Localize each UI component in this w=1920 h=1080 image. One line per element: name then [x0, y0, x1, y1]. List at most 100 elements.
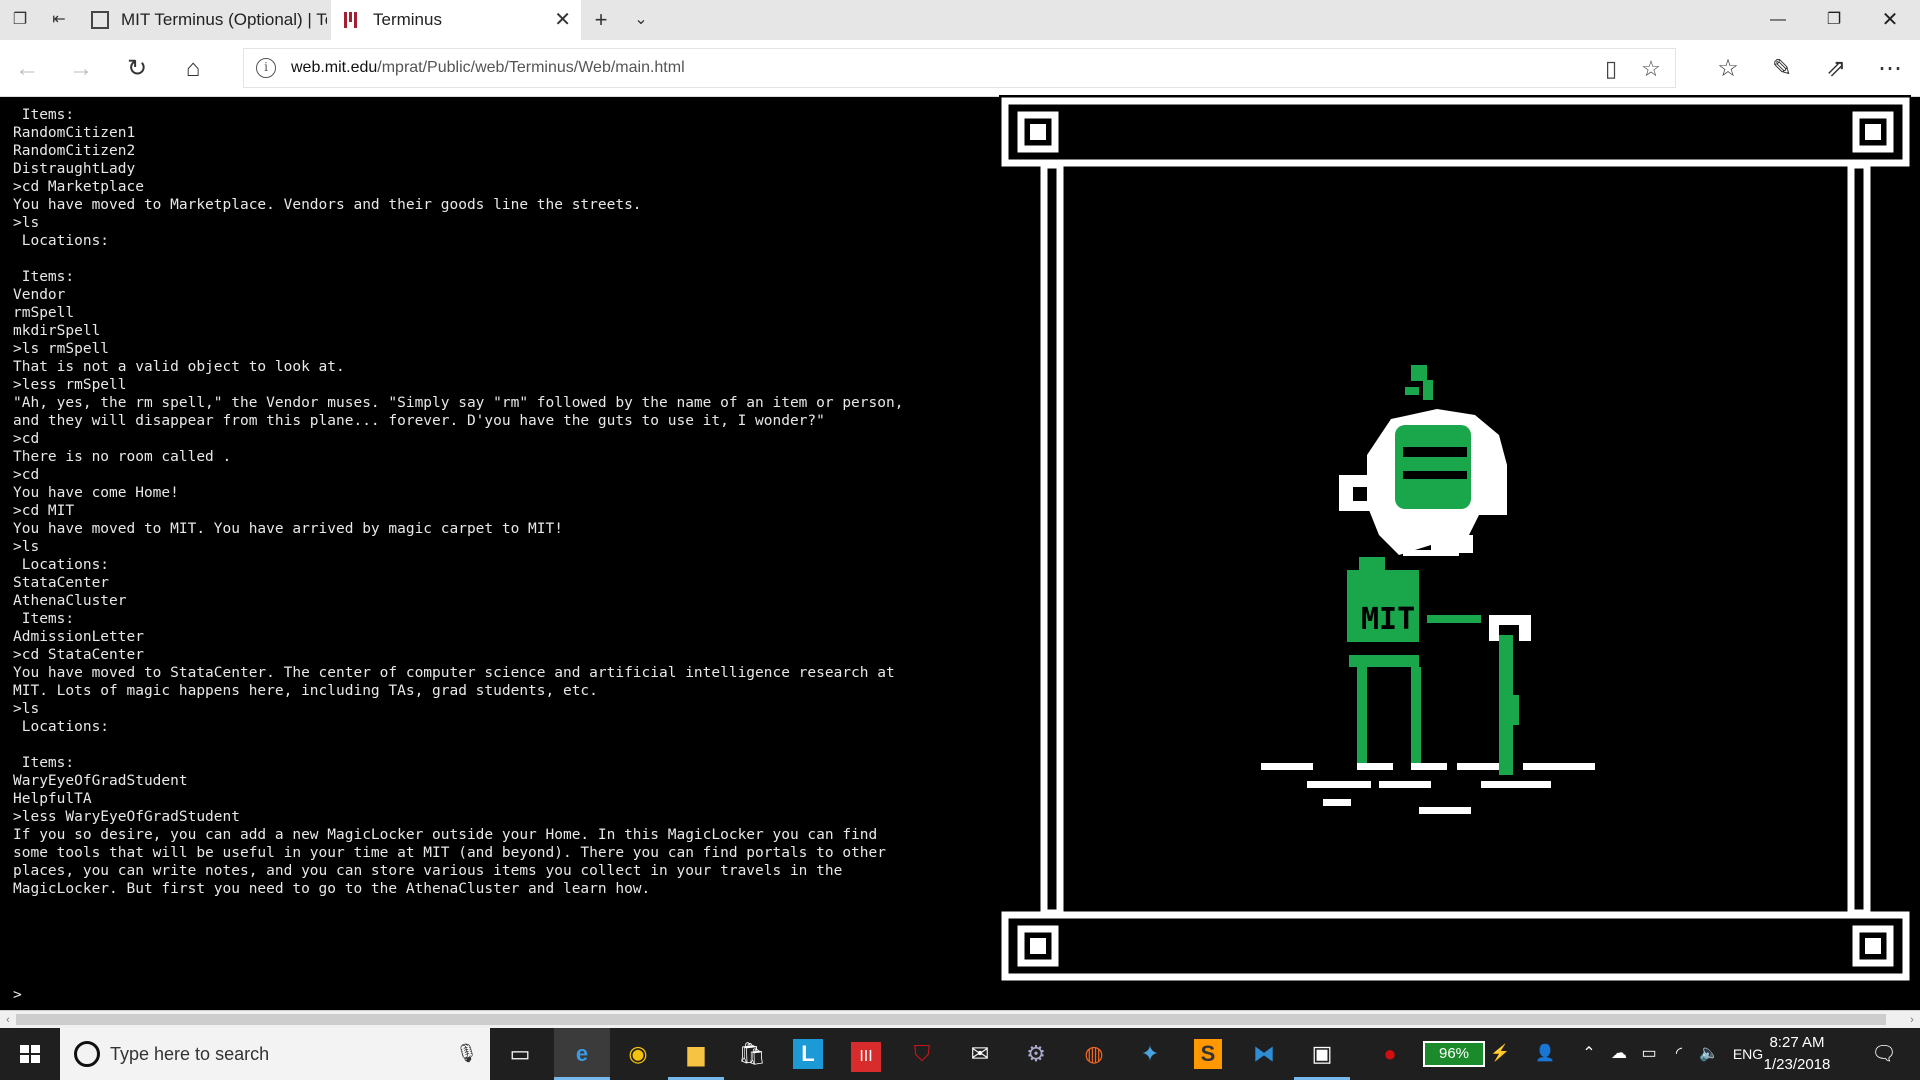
tab-manager-icon[interactable]: ❐: [8, 8, 32, 32]
terminal-line: mkdirSpell: [13, 323, 101, 339]
scroll-left-icon[interactable]: ‹: [0, 1011, 16, 1029]
tab-preview-chevron-icon[interactable]: ⌄: [629, 8, 653, 32]
battery-tray-icon[interactable]: ▭: [1636, 1028, 1662, 1080]
share-icon[interactable]: ⇗: [1821, 54, 1851, 84]
terminal-line: That is not a valid object to look at.: [13, 359, 345, 375]
terminal-line: >cd: [13, 467, 40, 483]
terminal-line: some tools that will be useful in your t…: [13, 845, 886, 861]
terminal-line: There is no room called .: [13, 449, 232, 465]
scrollbar-thumb[interactable]: [16, 1014, 1886, 1025]
terminal-line: HelpfulTA: [13, 791, 92, 807]
terminal-line: MagicLocker. But first you need to go to…: [13, 881, 651, 897]
restore-icon[interactable]: ❐: [1806, 0, 1862, 40]
battery-indicator[interactable]: 96%: [1423, 1041, 1485, 1067]
home-icon[interactable]: ⌂: [178, 54, 208, 84]
clock[interactable]: 8:27 AM 1/23/2018: [1752, 1032, 1842, 1076]
action-center-icon[interactable]: 🗨: [1864, 1028, 1904, 1080]
cortana-icon: [74, 1041, 100, 1067]
terminal-line: You have moved to StataCenter. The cente…: [13, 665, 895, 681]
favorites-hub-icon[interactable]: ☆: [1713, 54, 1743, 84]
new-tab-icon[interactable]: +: [589, 8, 613, 32]
windows-logo-icon: [20, 1045, 40, 1063]
steam-icon[interactable]: ⚙: [1008, 1028, 1064, 1080]
ascii-art-image: MIT: [1001, 97, 1910, 981]
vscode-icon[interactable]: ⧓: [1236, 1028, 1292, 1080]
forward-arrow-icon[interactable]: →: [66, 54, 96, 84]
more-menu-icon[interactable]: ⋯: [1875, 54, 1905, 84]
set-tabs-aside-icon[interactable]: ⇤: [47, 8, 71, 32]
mcafee-icon[interactable]: ⛉: [894, 1028, 950, 1080]
terminal-line: You have moved to MIT. You have arrived …: [13, 521, 563, 537]
character-figure: MIT: [1261, 365, 1595, 814]
taskbar-search-box[interactable]: Type here to search 🎙: [60, 1028, 490, 1080]
scroll-right-icon[interactable]: ›: [1904, 1011, 1920, 1029]
terminal-line: "Ah, yes, the rm spell," the Vendor muse…: [13, 395, 904, 411]
power-plug-icon: ⚡: [1490, 1045, 1510, 1062]
terminal-line: AthenaCluster: [13, 593, 127, 609]
horizontal-scrollbar[interactable]: ‹ ›: [0, 1010, 1920, 1028]
terminal-line: >ls: [13, 215, 40, 231]
terminal-line: If you so desire, you can add a new Magi…: [13, 827, 878, 843]
shirt-text: MIT: [1361, 602, 1415, 637]
terminal-line: Locations:: [13, 719, 110, 735]
browser-tab-bar: ❐ ⇤ MIT Terminus (Optional) | Te Terminu…: [0, 0, 1920, 40]
file-explorer-icon[interactable]: ▆: [668, 1028, 724, 1080]
url-domain: web.mit.edu: [291, 59, 378, 76]
terminal-line: Locations:: [13, 557, 110, 573]
command-prompt[interactable]: >: [13, 987, 22, 1003]
lync-icon[interactable]: L: [780, 1028, 836, 1080]
terminal-line: Locations:: [13, 233, 110, 249]
close-tab-icon[interactable]: ✕: [554, 0, 571, 40]
browser-toolbar: ← → ↻ ⌂ i web.mit.edu/mprat/Public/web/T…: [0, 40, 1920, 97]
close-window-icon[interactable]: ✕: [1862, 0, 1918, 40]
terminal-line: Vendor: [13, 287, 66, 303]
favorite-star-icon[interactable]: ☆: [1637, 55, 1665, 83]
mail-icon[interactable]: ✉: [952, 1028, 1008, 1080]
origin-icon[interactable]: ◍: [1066, 1028, 1122, 1080]
store-icon[interactable]: 🛍: [724, 1028, 780, 1080]
red-circle-app-icon[interactable]: ●: [1362, 1028, 1418, 1080]
people-icon[interactable]: 👤: [1530, 1028, 1560, 1080]
tab-terminus[interactable]: Terminus ✕: [331, 0, 581, 40]
volume-icon[interactable]: 🔈: [1696, 1028, 1722, 1080]
reading-view-icon[interactable]: ▯: [1597, 55, 1625, 83]
url-text[interactable]: web.mit.edu/mprat/Public/web/Terminus/We…: [291, 49, 685, 87]
terminal-line: rmSpell: [13, 305, 75, 321]
refresh-icon[interactable]: ↻: [122, 54, 152, 84]
start-button[interactable]: [0, 1028, 60, 1080]
tab-title: MIT Terminus (Optional) | Te: [121, 10, 327, 29]
command-prompt-icon[interactable]: ▣: [1294, 1028, 1350, 1080]
tab-mit-terminus-optional[interactable]: MIT Terminus (Optional) | Te: [87, 0, 327, 40]
edge-browser-icon[interactable]: e: [554, 1028, 610, 1080]
clock-date: 1/23/2018: [1763, 1056, 1831, 1073]
terminal-line: and they will disappear from this plane.…: [13, 413, 825, 429]
windows-taskbar: Type here to search 🎙 ▭ e ◉ ▆ 🛍 L III ⛉ …: [0, 1028, 1920, 1080]
info-icon[interactable]: i: [256, 58, 276, 78]
terminal-line: WaryEyeOfGradStudent: [13, 773, 188, 789]
onedrive-cloud-icon[interactable]: ☁: [1606, 1028, 1632, 1080]
terminal-line: >less rmSpell: [13, 377, 127, 393]
terminal-line: >less WaryEyeOfGradStudent: [13, 809, 240, 825]
terminal-line: You have moved to Marketplace. Vendors a…: [13, 197, 642, 213]
terminal-line: >cd StataCenter: [13, 647, 144, 663]
terminal-line: RandomCitizen2: [13, 143, 136, 159]
minimize-icon[interactable]: —: [1750, 0, 1806, 40]
chrome-icon[interactable]: ◉: [610, 1028, 666, 1080]
microphone-icon[interactable]: 🎙: [455, 1043, 478, 1064]
terminal-line: >ls: [13, 539, 40, 555]
web-note-pen-icon[interactable]: ✎: [1767, 54, 1797, 84]
sublime-text-icon[interactable]: S: [1180, 1028, 1236, 1080]
task-view-icon[interactable]: ▭: [492, 1028, 548, 1080]
terminal-output[interactable]: Items: RandomCitizen1 RandomCitizen2 Distra…: [0, 97, 995, 1010]
terminal-line: >cd MIT: [13, 503, 75, 519]
address-bar[interactable]: i web.mit.edu/mprat/Public/web/Terminus/…: [243, 48, 1676, 88]
terminal-line: Items:: [13, 107, 75, 123]
red-app-icon[interactable]: III: [838, 1028, 894, 1080]
terminal-line: >cd Marketplace: [13, 179, 144, 195]
back-arrow-icon[interactable]: ←: [12, 54, 42, 84]
terminal-line: MIT. Lots of magic happens here, includi…: [13, 683, 598, 699]
battlenet-icon[interactable]: ✦: [1122, 1028, 1178, 1080]
terminal-line: places, you can write notes, and you can…: [13, 863, 843, 879]
wifi-icon[interactable]: ◜: [1666, 1028, 1692, 1080]
show-hidden-icons-chevron-icon[interactable]: ⌃: [1578, 1028, 1600, 1080]
